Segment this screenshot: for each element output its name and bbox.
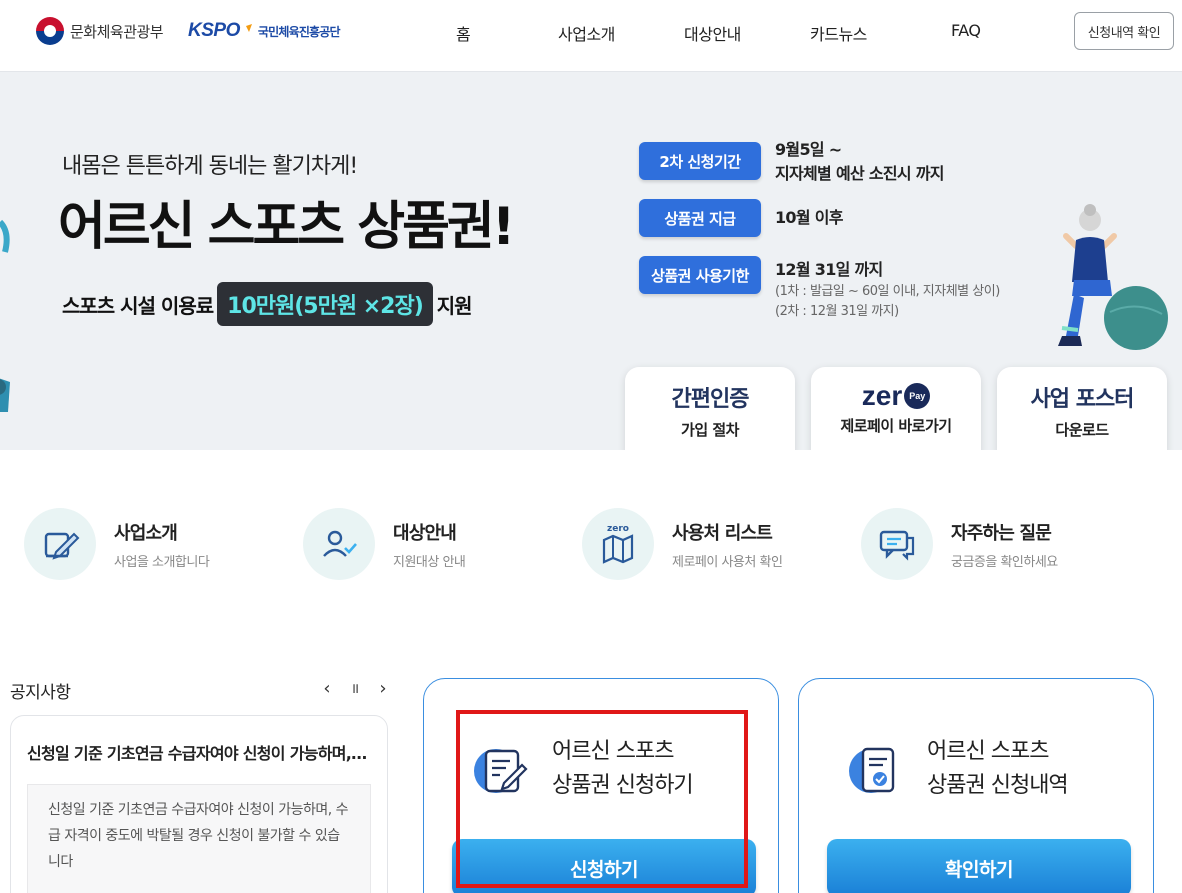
hero-amount-chip: 10만원(5만원 ×2장) <box>217 282 433 326</box>
expiry-note2: (2차 : 12월 31일 까지) <box>775 304 899 319</box>
kspo-flame-icon <box>245 24 252 32</box>
expiry-note1: (1차 : 발급일 ~ 60일 이내, 지자체별 상이) <box>775 284 1000 299</box>
mcst-logo[interactable]: 문화체육관광부 <box>36 16 164 46</box>
quick-poster-card[interactable]: 사업 포스터 다운로드 <box>997 367 1167 450</box>
history-card-title-line1: 어르신 스포츠 <box>927 739 1049 764</box>
issue-badge: 상품권 지급 <box>639 199 761 237</box>
shortcut-target-guide[interactable]: 대상안내 지원대상 안내 <box>303 508 466 580</box>
zeropay-sub: 제로페이 바로가기 <box>840 417 952 435</box>
document-check-icon <box>849 747 895 793</box>
shortcut-target-sub: 지원대상 안내 <box>393 554 466 570</box>
easy-auth-sub: 가입 절차 <box>681 421 739 439</box>
person-partial-illustration <box>0 219 10 412</box>
hero-description: 스포츠 시설 이용료 10만원(5만원 ×2장) 지원 <box>62 282 473 326</box>
mcst-logo-text: 문화체육관광부 <box>70 22 164 41</box>
zeropay-logo-text: zer <box>861 380 903 411</box>
document-pencil-icon <box>474 749 528 793</box>
history-card-title: 어르신 스포츠 상품권 신청내역 <box>927 735 1069 803</box>
apply-period-badge: 2차 신청기간 <box>639 142 761 180</box>
hero-banner: 내몸은 튼튼하게 동네는 활기차게! 어르신 스포츠 상품권! 스포츠 시설 이… <box>0 72 1182 450</box>
kspo-logo-text: 국민체육진흥공단 <box>257 24 341 39</box>
notice-body: 신청일 기준 기초연금 수급자여야 신청이 가능하며, 수급 자격이 중도에 박… <box>27 784 371 893</box>
chat-bubbles-icon <box>861 508 933 580</box>
elderly-exercise-illustration <box>1058 204 1168 350</box>
shortcut-faq-title: 자주하는 질문 <box>951 522 1052 544</box>
poster-title: 사업 포스터 <box>1030 387 1135 412</box>
notice-title[interactable]: 신청일 기준 기초연금 수급자여야 신청이 가능하며, 수급 자격이 중도에 박… <box>27 740 371 764</box>
apply-card: 어르신 스포츠 상품권 신청하기 신청하기 <box>423 678 779 893</box>
map-icon-label: zero <box>607 524 629 534</box>
kspo-logo[interactable]: KSPO 국민체육진흥공단 <box>188 16 341 46</box>
taegeuk-icon <box>36 17 64 45</box>
quick-zeropay-card[interactable]: zer Pay 제로페이 바로가기 <box>811 367 981 450</box>
history-card: 어르신 스포츠 상품권 신청내역 확인하기 <box>798 678 1154 893</box>
apply-button[interactable]: 신청하기 <box>452 839 756 893</box>
info-row-apply-period: 2차 신청기간 9월5일 ~ 지자체별 예산 소진시 까지 <box>639 140 945 186</box>
quick-easy-auth-card[interactable]: 간편인증 가입 절차 <box>625 367 795 450</box>
hero-desc-prefix: 스포츠 시설 이용료 <box>62 293 214 318</box>
apply-card-title: 어르신 스포츠 상품권 신청하기 <box>552 735 694 803</box>
notice-controls: ‹ ॥ › <box>320 678 390 700</box>
info-row-issue: 상품권 지급 10월 이후 <box>639 199 843 237</box>
apply-card-title-line2: 상품권 신청하기 <box>552 773 694 798</box>
nav-business-intro[interactable]: 사업소개 <box>558 21 615 45</box>
poster-sub: 다운로드 <box>1055 421 1109 439</box>
zeropay-logo: zer Pay <box>861 380 931 411</box>
shortcut-faq[interactable]: 자주하는 질문 궁금증을 확인하세요 <box>861 508 1058 580</box>
shortcut-business-title: 사업소개 <box>114 522 178 544</box>
issue-text: 10월 이후 <box>775 208 843 227</box>
shortcut-faq-sub: 궁금증을 확인하세요 <box>951 554 1058 570</box>
apply-period-line1: 9월5일 ~ <box>775 140 842 159</box>
nav-home[interactable]: 홈 <box>456 21 471 45</box>
hero-title: 어르신 스포츠 상품권! <box>58 197 515 257</box>
user-check-icon <box>303 508 375 580</box>
shortcut-usage-sub: 제로페이 사용처 확인 <box>672 554 783 570</box>
notice-prev-button[interactable]: ‹ <box>320 678 334 700</box>
notice-card[interactable]: 신청일 기준 기초연금 수급자여야 신청이 가능하며, 수급 자격이 중도에 박… <box>10 715 388 893</box>
apply-period-text: 9월5일 ~ 지자체별 예산 소진시 까지 <box>775 138 945 186</box>
apply-card-title-line1: 어르신 스포츠 <box>552 739 674 764</box>
info-row-expiry: 상품권 사용기한 12월 31일 까지 (1차 : 발급일 ~ 60일 이내, … <box>639 256 1000 322</box>
zeropay-pay-circle: Pay <box>904 383 931 409</box>
expiry-text: 12월 31일 까지 (1차 : 발급일 ~ 60일 이내, 지자체별 상이) … <box>775 258 1000 322</box>
easy-auth-title: 간편인증 <box>671 387 750 412</box>
confirm-button[interactable]: 확인하기 <box>827 839 1131 893</box>
kspo-mark: KSPO <box>188 20 240 41</box>
check-application-button[interactable]: 신청내역 확인 <box>1074 12 1174 50</box>
notice-heading: 공지사항 <box>10 683 71 703</box>
history-card-title-line2: 상품권 신청내역 <box>927 773 1069 798</box>
shortcut-business-intro[interactable]: 사업소개 사업을 소개합니다 <box>24 508 210 580</box>
expiry-badge: 상품권 사용기한 <box>639 256 761 294</box>
shortcut-target-title: 대상안내 <box>393 522 457 544</box>
apply-period-line2: 지자체별 예산 소진시 까지 <box>775 164 945 183</box>
nav-target-guide[interactable]: 대상안내 <box>684 21 741 45</box>
notice-pause-button[interactable]: ॥ <box>348 678 362 700</box>
map-icon: zero <box>582 508 654 580</box>
hero-subtitle: 내몸은 튼튼하게 동네는 활기차게! <box>62 154 358 179</box>
notice-next-button[interactable]: › <box>376 678 390 700</box>
nav-faq[interactable]: FAQ <box>951 21 981 40</box>
expiry-line1: 12월 31일 까지 <box>775 260 883 279</box>
site-header: 문화체육관광부 KSPO 국민체육진흥공단 홈 사업소개 대상안내 카드뉴스 F… <box>0 0 1182 72</box>
board-pencil-icon <box>24 508 96 580</box>
shortcut-usage-title: 사용처 리스트 <box>672 522 773 544</box>
shortcut-usage-list[interactable]: zero 사용처 리스트 제로페이 사용처 확인 <box>582 508 783 580</box>
nav-card-news[interactable]: 카드뉴스 <box>810 21 867 45</box>
hero-desc-suffix: 지원 <box>436 293 473 318</box>
shortcut-business-sub: 사업을 소개합니다 <box>114 554 210 570</box>
